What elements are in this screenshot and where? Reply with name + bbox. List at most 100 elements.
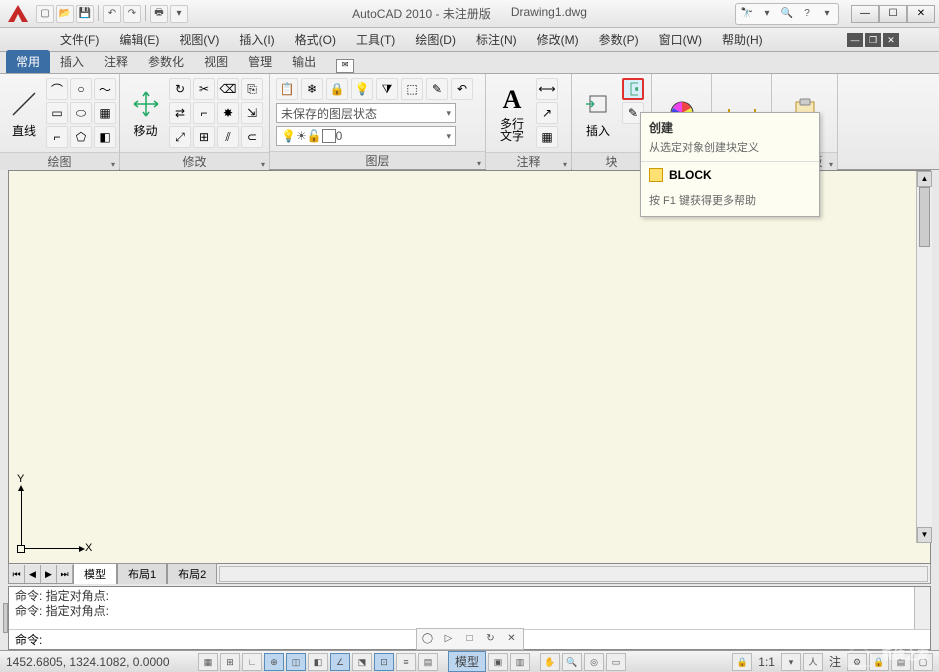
layer-lock-icon[interactable]: 🔒 [326, 78, 348, 100]
nav-play-icon[interactable]: ▷ [440, 631, 458, 647]
search-dropdown-icon[interactable]: ▾ [757, 5, 777, 23]
status-anno[interactable]: 注 [825, 653, 845, 670]
qat-save-icon[interactable]: 💾 [76, 5, 94, 23]
mirror-icon[interactable]: ⇄ [169, 102, 191, 124]
ribbon-tab-view[interactable]: 视图 [194, 50, 238, 73]
scroll-up-icon[interactable]: ▲ [917, 171, 932, 187]
menu-view[interactable]: 视图(V) [169, 28, 229, 51]
help-icon[interactable]: ? [797, 5, 817, 23]
erase-icon[interactable]: ⌫ [217, 78, 239, 100]
subscription-icon[interactable]: ✉ [336, 59, 354, 73]
tab-first-icon[interactable]: ⏮ [9, 565, 25, 583]
3dosnap-icon[interactable]: ◧ [308, 653, 328, 671]
nav-stop-icon[interactable]: □ [461, 631, 479, 647]
menu-help[interactable]: 帮助(H) [712, 28, 773, 51]
menu-edit[interactable]: 编辑(E) [109, 28, 169, 51]
mtext-button[interactable]: A 多行 文字 [492, 78, 532, 148]
create-block-button[interactable] [622, 78, 644, 100]
offset-icon[interactable]: ⫽ [217, 126, 239, 148]
showmotion-icon[interactable]: ▭ [606, 653, 626, 671]
table-icon[interactable]: ▦ [536, 126, 558, 148]
dim-linear-icon[interactable]: ⟷ [536, 78, 558, 100]
hatch-icon[interactable]: ▦ [94, 102, 116, 124]
polar-icon[interactable]: ⊕ [264, 653, 284, 671]
cmd-scrollbar[interactable] [914, 587, 930, 629]
dyn-icon[interactable]: ⊡ [374, 653, 394, 671]
fillet-icon[interactable]: ⌐ [193, 102, 215, 124]
help-dropdown-icon[interactable]: ▾ [817, 5, 837, 23]
menu-window[interactable]: 窗口(W) [649, 28, 712, 51]
drawing-area[interactable]: Y X ▲ ▼ [8, 170, 931, 564]
binoculars-icon[interactable]: 🔭 [737, 5, 757, 23]
qp-icon[interactable]: ▤ [418, 653, 438, 671]
grid-icon[interactable]: ⊞ [220, 653, 240, 671]
layout-tab-model[interactable]: 模型 [73, 563, 117, 584]
qat-redo-icon[interactable]: ↷ [123, 5, 141, 23]
tab-last-icon[interactable]: ⏭ [57, 565, 73, 583]
line-button[interactable]: 直线 [6, 78, 42, 148]
snap-icon[interactable]: ▦ [198, 653, 218, 671]
nav-record-icon[interactable]: ◯ [419, 631, 437, 647]
otrack-icon[interactable]: ∠ [330, 653, 350, 671]
ellipse-icon[interactable]: ⬭ [70, 102, 92, 124]
ducs-icon[interactable]: ⬔ [352, 653, 372, 671]
ortho-icon[interactable]: ∟ [242, 653, 262, 671]
ribbon-tab-output[interactable]: 输出 [282, 50, 326, 73]
qat-undo-icon[interactable]: ↶ [103, 5, 121, 23]
stretch-icon[interactable]: ⇲ [241, 102, 263, 124]
pan-icon[interactable]: ✋ [540, 653, 560, 671]
search-icon[interactable]: 🔍 [777, 5, 797, 23]
status-scale[interactable]: 1:1 [754, 655, 779, 669]
annoscale-toggle-icon[interactable]: ▾ [781, 653, 801, 671]
ribbon-tab-manage[interactable]: 管理 [238, 50, 282, 73]
qat-open-icon[interactable]: 📂 [56, 5, 74, 23]
layer-prev-icon[interactable]: ↶ [451, 78, 473, 100]
qat-print-icon[interactable]: 🖶 [150, 5, 168, 23]
close-button[interactable]: ✕ [907, 5, 935, 23]
ribbon-tab-home[interactable]: 常用 [6, 50, 50, 73]
arc-icon[interactable]: ⌒ [46, 78, 68, 100]
lwt-icon[interactable]: ≡ [396, 653, 416, 671]
region-icon[interactable]: ◧ [94, 126, 116, 148]
tab-next-icon[interactable]: ▶ [41, 565, 57, 583]
ribbon-tab-parametric[interactable]: 参数化 [138, 50, 194, 73]
layout-tab-2[interactable]: 布局2 [167, 563, 217, 584]
menu-file[interactable]: 文件(F) [50, 28, 109, 51]
ribbon-tab-annotate[interactable]: 注释 [94, 50, 138, 73]
doc-restore-button[interactable]: ❐ [865, 33, 881, 47]
explode-icon[interactable]: ✸ [217, 102, 239, 124]
rotate-icon[interactable]: ↻ [169, 78, 191, 100]
qview-layouts-icon[interactable]: ▣ [488, 653, 508, 671]
menu-param[interactable]: 参数(P) [589, 28, 649, 51]
menu-tools[interactable]: 工具(T) [346, 28, 405, 51]
menu-format[interactable]: 格式(O) [285, 28, 346, 51]
rect-icon[interactable]: ▭ [46, 102, 68, 124]
doc-minimize-button[interactable]: — [847, 33, 863, 47]
scroll-down-icon[interactable]: ▼ [917, 527, 932, 543]
qat-new-icon[interactable]: ▢ [36, 5, 54, 23]
steering-icon[interactable]: ◎ [584, 653, 604, 671]
circle-icon[interactable]: ○ [70, 78, 92, 100]
move-button[interactable]: 移动 [126, 78, 165, 148]
qview-drawings-icon[interactable]: ▥ [510, 653, 530, 671]
insert-block-button[interactable]: 插入 [578, 78, 618, 148]
spline-icon[interactable]: ～ [94, 78, 116, 100]
layer-state-combo[interactable]: 未保存的图层状态 ▾ [276, 103, 456, 123]
scale-icon[interactable]: ⤢ [169, 126, 191, 148]
layer-current-combo[interactable]: 💡 ☀ 🔓 0 ▾ [276, 126, 456, 146]
scroll-thumb[interactable] [919, 187, 930, 247]
vertical-scrollbar[interactable]: ▲ ▼ [916, 171, 932, 543]
doc-close-button[interactable]: ✕ [883, 33, 899, 47]
menu-modify[interactable]: 修改(M) [527, 28, 589, 51]
layer-iso-icon[interactable]: ⬚ [401, 78, 423, 100]
maximize-button[interactable]: ☐ [879, 5, 907, 23]
trim-icon[interactable]: ✂ [193, 78, 215, 100]
menu-draw[interactable]: 绘图(D) [405, 28, 466, 51]
layer-prop-icon[interactable]: 📋 [276, 78, 298, 100]
layout-tab-1[interactable]: 布局1 [117, 563, 167, 584]
resize-handle[interactable] [3, 603, 8, 633]
menu-insert[interactable]: 插入(I) [229, 28, 284, 51]
minimize-button[interactable]: — [851, 5, 879, 23]
layer-filter-icon[interactable]: ⧩ [376, 78, 398, 100]
horizontal-scrollbar[interactable] [219, 566, 928, 582]
